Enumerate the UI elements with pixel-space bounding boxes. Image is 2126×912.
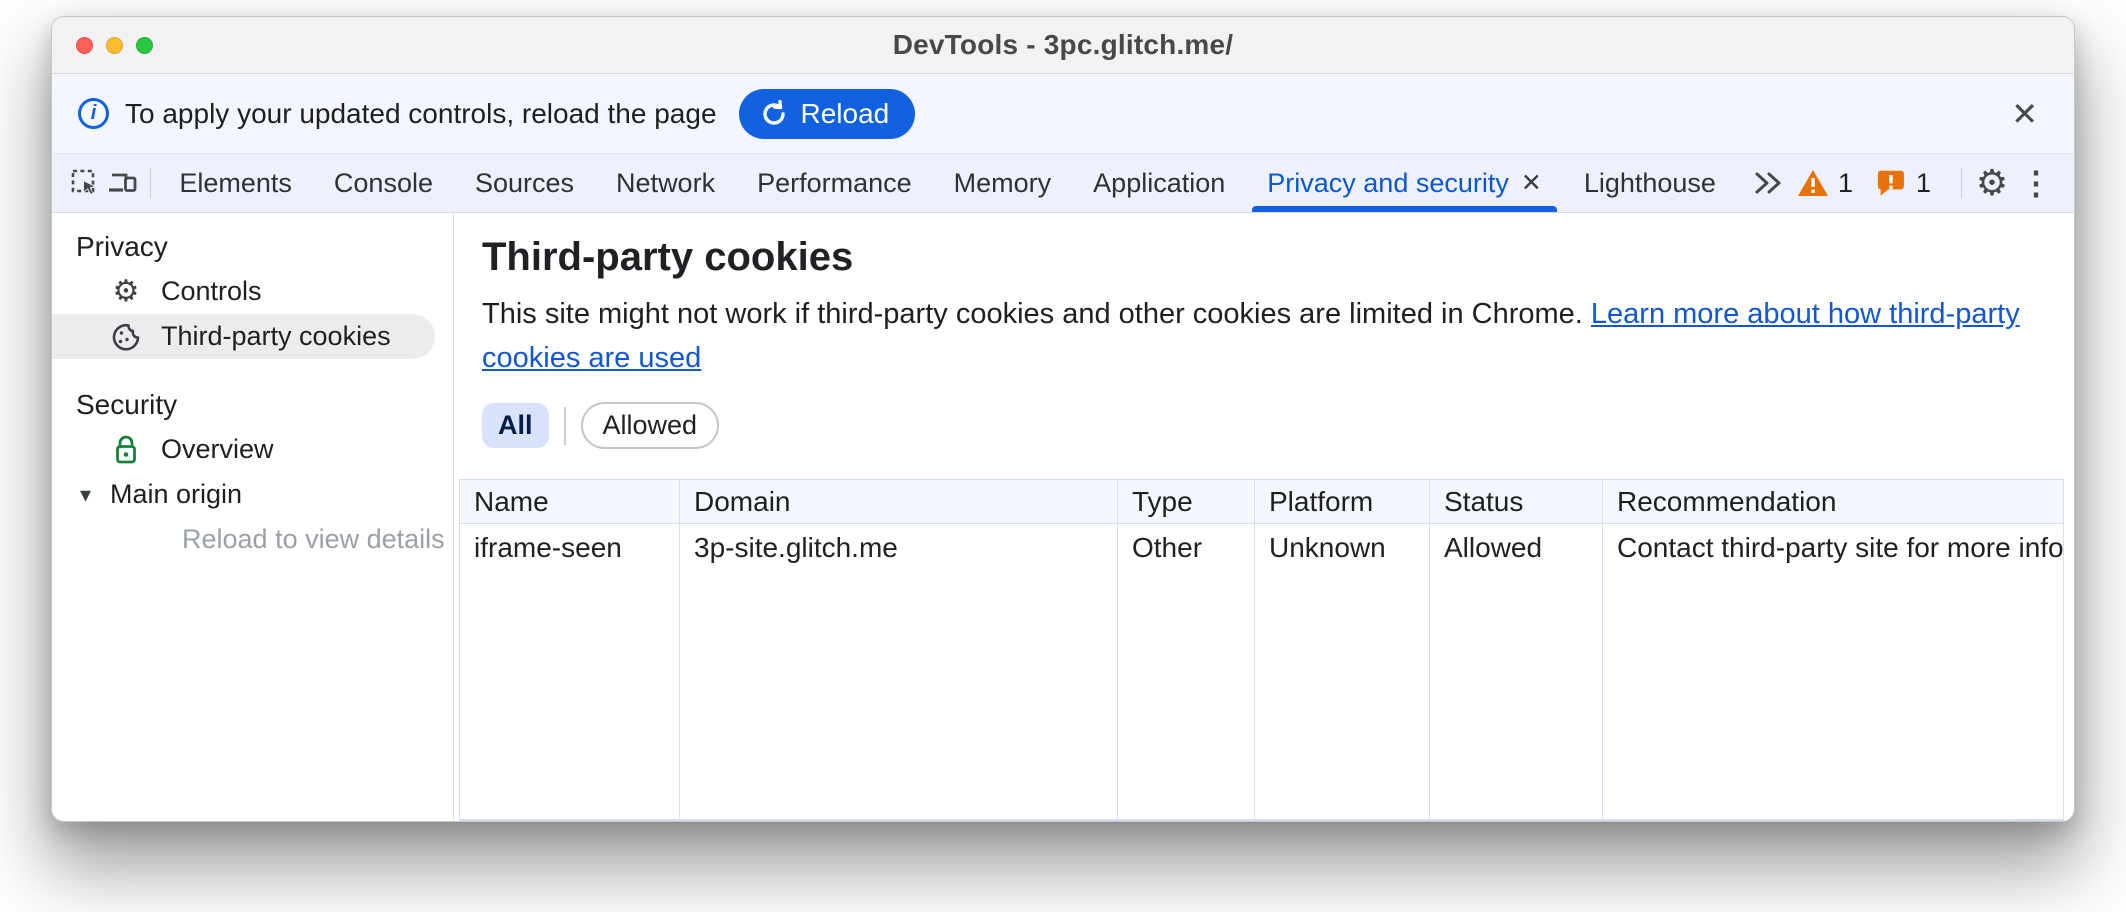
tab-network[interactable]: Network (595, 154, 736, 212)
devtools-window: DevTools - 3pc.glitch.me/ i To apply you… (51, 16, 2075, 822)
table-filler-column (1430, 572, 1603, 819)
filter-chip-allowed[interactable]: Allowed (581, 402, 720, 449)
column-header-domain[interactable]: Domain (680, 480, 1118, 524)
reload-button[interactable]: Reload (739, 89, 916, 139)
cookies-table: Name Domain Type Platform Status Recomme… (459, 479, 2064, 821)
column-header-platform[interactable]: Platform (1255, 480, 1430, 524)
expander-triangle-icon[interactable]: ▾ (80, 482, 108, 508)
controls-gear-icon: ⚙ (111, 277, 141, 307)
filter-chip-all[interactable]: All (482, 403, 549, 448)
more-tabs-icon[interactable] (1749, 168, 1785, 198)
privacy-security-sidebar: Privacy ⚙ Controls Third-party cookies S (52, 213, 454, 821)
window-titlebar: DevTools - 3pc.glitch.me/ (52, 17, 2074, 74)
table-filler-column (1603, 572, 2063, 819)
toggle-device-toolbar-icon[interactable] (104, 161, 142, 205)
tab-memory[interactable]: Memory (933, 154, 1073, 212)
sidebar-item-overview[interactable]: Overview (52, 427, 453, 472)
infobar-message: To apply your updated controls, reload t… (125, 98, 717, 130)
close-tab-icon[interactable]: ✕ (1521, 168, 1542, 198)
panel-content: Privacy ⚙ Controls Third-party cookies S (52, 213, 2074, 821)
table-filler-column (680, 572, 1118, 819)
reload-to-view-details-hint: Reload to view details (52, 517, 453, 562)
settings-gear-icon[interactable]: ⚙ (1970, 161, 2014, 205)
info-icon: i (78, 98, 109, 129)
infobar-close-icon[interactable]: ✕ (2011, 98, 2038, 130)
cookie-icon (111, 322, 141, 352)
table-row-cell-status[interactable]: Allowed (1430, 524, 1603, 572)
devtools-tabbar: Elements Console Sources Network Perform… (52, 154, 2074, 213)
column-header-recommendation[interactable]: Recommendation (1603, 480, 2063, 524)
panel-heading: Third-party cookies (482, 235, 2074, 280)
chip-separator (564, 407, 566, 445)
status-filter-chips: All Allowed (482, 402, 2074, 449)
warning-count: 1 (1838, 168, 1853, 199)
warning-icon (1797, 168, 1829, 198)
issue-icon (1875, 167, 1907, 199)
sidebar-gap (52, 359, 453, 383)
table-row-cell-recommendation[interactable]: Contact third-party site for more info (1603, 524, 2063, 572)
issue-count: 1 (1916, 168, 1931, 199)
issues-badge[interactable]: 1 (1875, 167, 1931, 199)
third-party-cookies-panel: Third-party cookies This site might not … (454, 213, 2074, 821)
warnings-badge[interactable]: 1 (1797, 168, 1853, 199)
table-filler-column (1255, 572, 1430, 819)
sidebar-section-security: Security (52, 383, 453, 427)
tab-privacy-and-security[interactable]: Privacy and security ✕ (1246, 154, 1563, 212)
table-row-cell-domain[interactable]: 3p-site.glitch.me (680, 524, 1118, 572)
inspect-element-icon[interactable] (66, 161, 104, 205)
tab-application[interactable]: Application (1072, 154, 1246, 212)
column-header-name[interactable]: Name (460, 480, 680, 524)
column-header-status[interactable]: Status (1430, 480, 1603, 524)
lock-icon (111, 435, 141, 465)
toolbar-separator (150, 168, 151, 198)
refresh-icon (759, 99, 789, 129)
window-title: DevTools - 3pc.glitch.me/ (52, 29, 2074, 61)
table-filler-column (1118, 572, 1255, 819)
sidebar-section-privacy: Privacy (52, 225, 453, 269)
active-tab-underline (1252, 206, 1557, 212)
table-row-cell-type[interactable]: Other (1118, 524, 1255, 572)
tab-console[interactable]: Console (313, 154, 454, 212)
panel-description: This site might not work if third-party … (482, 292, 2074, 380)
table-filler-column (460, 572, 680, 819)
reload-infobar: i To apply your updated controls, reload… (52, 74, 2074, 154)
sidebar-item-main-origin[interactable]: ▾ Main origin (52, 472, 453, 517)
tabbar-right-cluster: 1 1 ⚙ ⋮ (1797, 161, 2074, 205)
table-row-cell-name[interactable]: iframe-seen (460, 524, 680, 572)
column-header-type[interactable]: Type (1118, 480, 1255, 524)
kebab-menu-icon[interactable]: ⋮ (2014, 161, 2058, 205)
tab-performance[interactable]: Performance (736, 154, 933, 212)
sidebar-item-third-party-cookies[interactable]: Third-party cookies (52, 314, 435, 359)
tab-sources[interactable]: Sources (454, 154, 595, 212)
reload-button-label: Reload (801, 98, 890, 130)
tab-lighthouse[interactable]: Lighthouse (1563, 154, 1737, 212)
table-row-cell-platform[interactable]: Unknown (1255, 524, 1430, 572)
sidebar-item-controls[interactable]: ⚙ Controls (52, 269, 453, 314)
tabbar-right-separator (1961, 168, 1962, 198)
tab-elements[interactable]: Elements (158, 154, 313, 212)
